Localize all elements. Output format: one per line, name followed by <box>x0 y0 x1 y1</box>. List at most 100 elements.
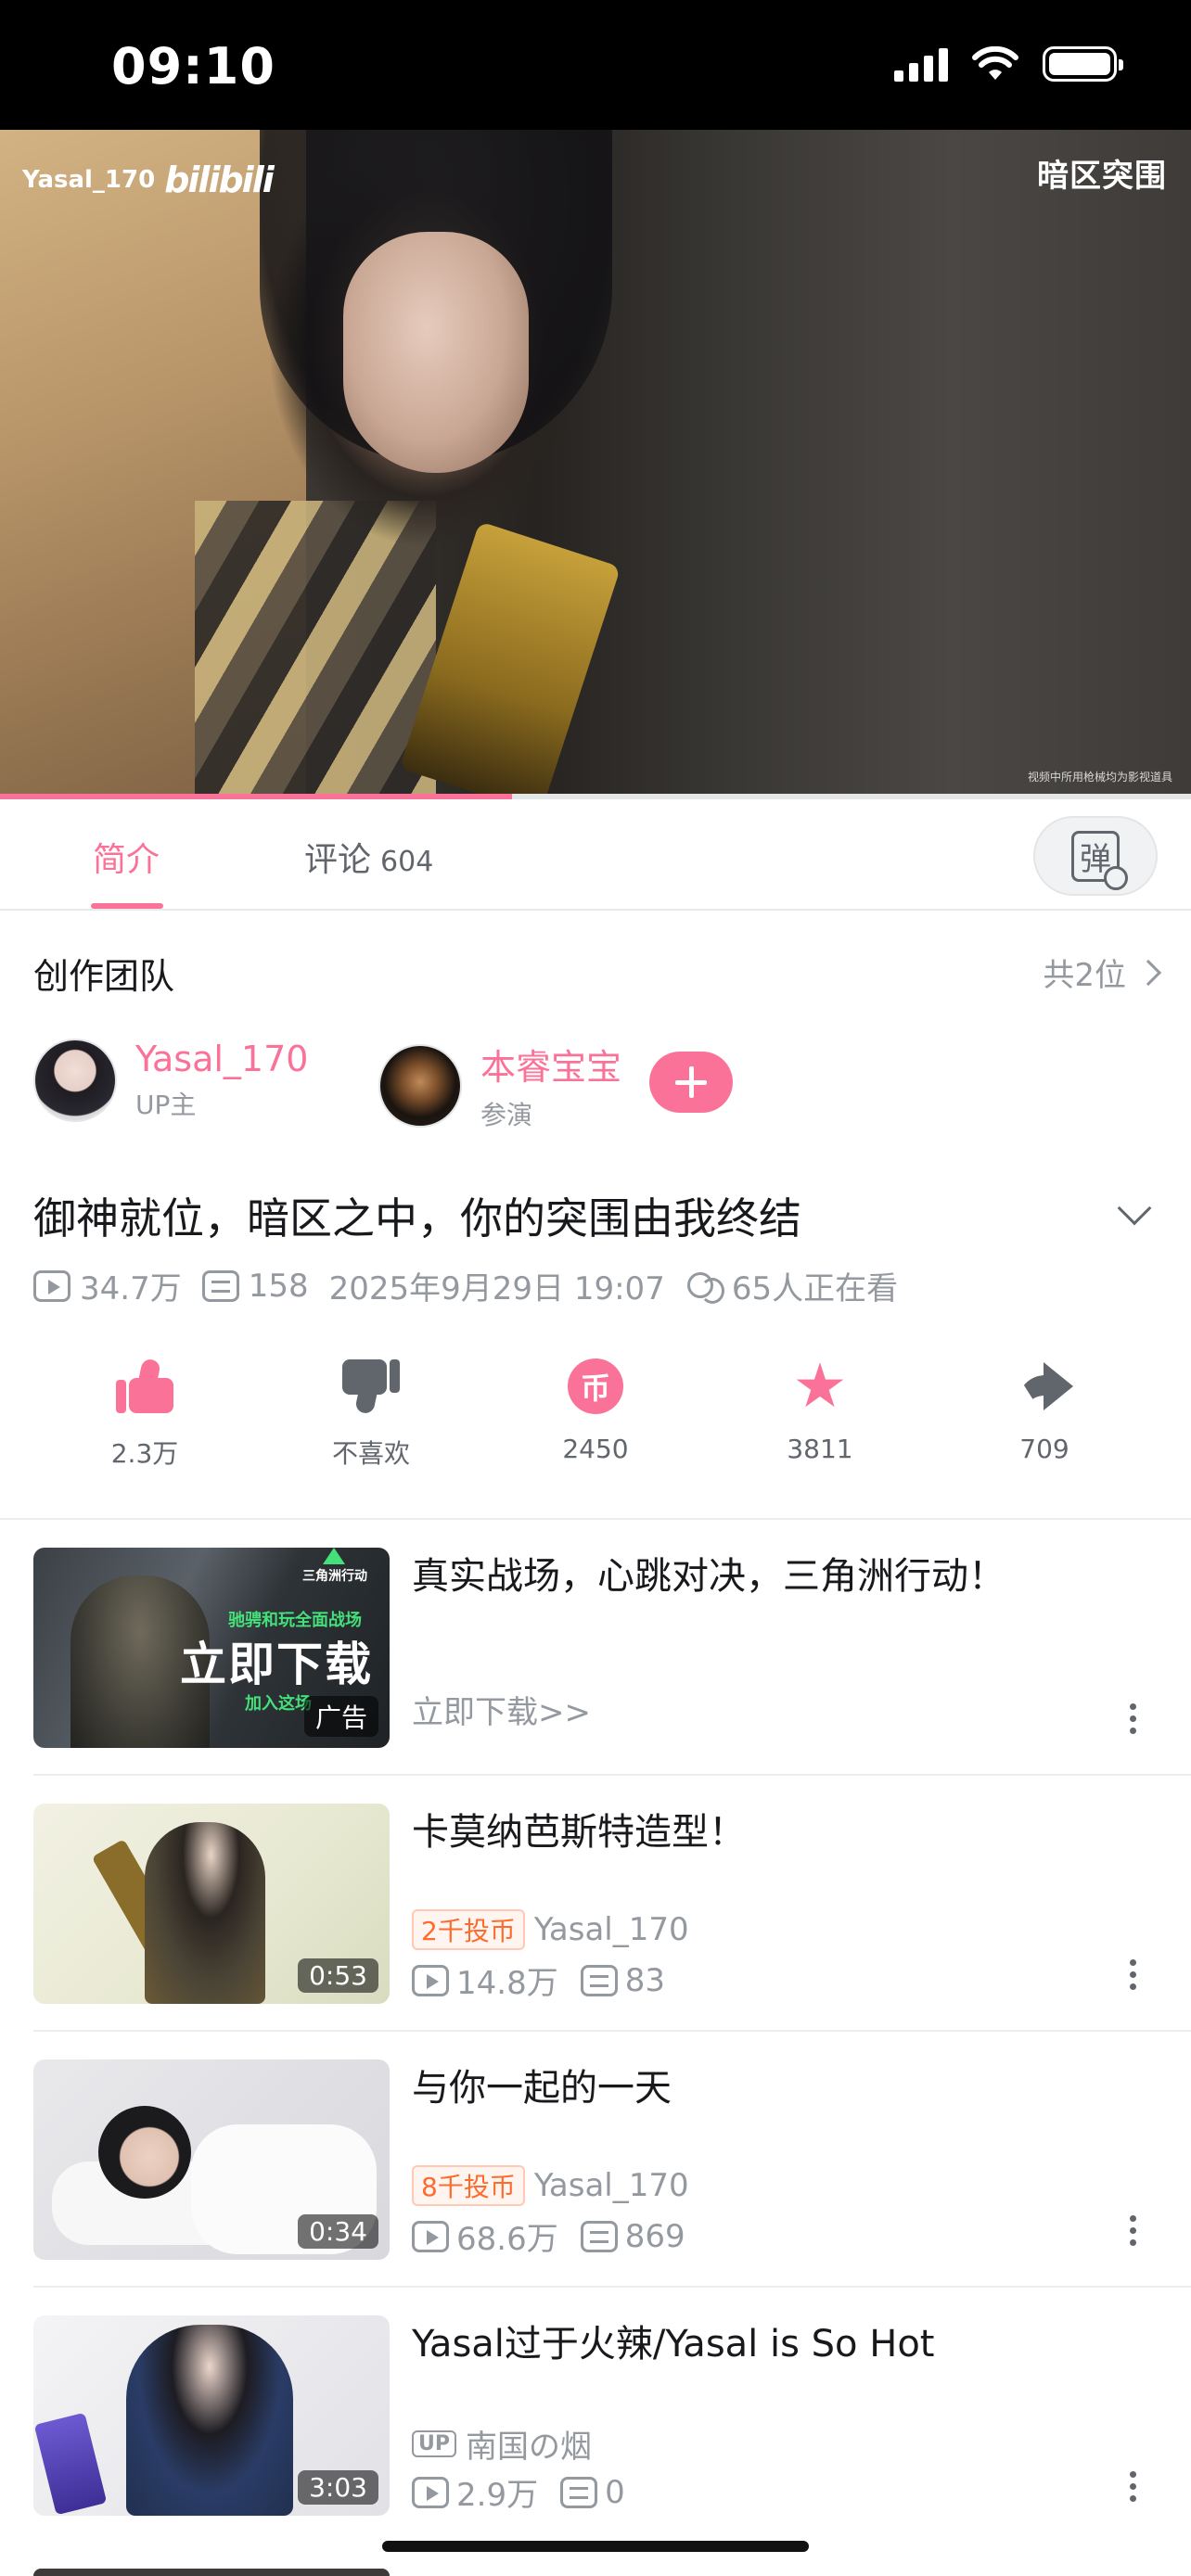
more-options-icon[interactable] <box>1128 2471 1137 2502</box>
favorite-count: 3811 <box>787 1434 853 1464</box>
rec-danmaku: 0 <box>605 2473 625 2511</box>
rec-danmaku: 83 <box>624 1961 665 1999</box>
danmaku-toggle-button[interactable]: 弹 <box>1033 816 1158 896</box>
play-count-icon <box>33 1269 70 1302</box>
more-options-icon[interactable] <box>1128 1703 1137 1734</box>
member-name: 本睿宝宝 <box>480 1047 622 1088</box>
team-count-link[interactable]: 共2位 <box>1043 950 1162 995</box>
follow-button[interactable] <box>649 1052 733 1113</box>
rec-author: 南国の烟 <box>466 2429 592 2466</box>
ad-download-link[interactable]: 立即下载>> <box>412 1687 591 1732</box>
list-item-video[interactable]: 0:53 卡莫纳芭斯特造型！ 2千投币 Yasal_170 14.8万 83 <box>33 1776 1191 2032</box>
video-title: 御神就位，暗区之中，你的突围由我终结 <box>33 1193 801 1243</box>
rec-author-row: UP 南国の烟 <box>412 2421 592 2467</box>
list-item-video[interactable]: 0:34 与你一起的一天 8千投币 Yasal_170 68.6万 869 <box>33 2032 1191 2288</box>
danmaku-count-icon <box>560 2476 598 2508</box>
tab-active-indicator <box>91 903 163 909</box>
video-duration: 0:34 <box>298 2214 378 2249</box>
ad-thumbnail[interactable]: 三角洲行动 驰骋和玩全面战场 立即下载 加入这场 广告 <box>33 1548 390 1748</box>
meta-danmaku-value: 158 <box>248 1267 309 1305</box>
list-item-ad[interactable]: 三角洲行动 驰骋和玩全面战场 立即下载 加入这场 广告 真实战场，心跳对决，三角… <box>33 1520 1191 1776</box>
rec-views: 68.6万 <box>456 2221 558 2258</box>
tab-intro[interactable]: 简介 <box>93 833 160 881</box>
thumbs-down-icon <box>342 1359 400 1415</box>
video-thumbnail[interactable]: 0:53 <box>33 1804 390 2004</box>
danmaku-count-icon <box>201 1269 239 1302</box>
battery-icon <box>1043 46 1123 82</box>
star-icon: ★ <box>792 1350 848 1422</box>
team-member[interactable]: 本睿宝宝 参演 <box>378 1039 621 1132</box>
ad-thumb-text: 立即下载 <box>180 1638 373 1691</box>
avatar <box>33 1039 117 1122</box>
list-item-video[interactable]: 3:03 Yasal过于火辣/Yasal is So Hot UP 南国の烟 2… <box>33 2288 1191 2544</box>
rec-stats: 2.9万 0 <box>412 2469 625 2515</box>
rec-title: 卡莫纳芭斯特造型！ <box>412 1811 746 1854</box>
dislike-button[interactable]: 不喜欢 <box>288 1354 455 1471</box>
danmaku-count-icon <box>580 2220 618 2252</box>
rec-author: Yasal_170 <box>533 2167 689 2204</box>
up-badge: UP <box>412 2430 456 2457</box>
coin-badge: 8千投币 <box>412 2165 525 2206</box>
video-duration: 0:53 <box>298 1958 378 1993</box>
meta-danmaku: 158 <box>201 1267 309 1305</box>
meta-views: 34.7万 <box>33 1263 182 1308</box>
list-item-video-partial[interactable] <box>33 2569 390 2576</box>
share-icon <box>1016 1362 1073 1410</box>
status-bar: 09:10 <box>0 0 1191 130</box>
play-count-icon <box>412 2476 449 2508</box>
video-disclaimer: 视频中所用枪械均为影视道具 <box>1027 771 1172 784</box>
rec-author-row: 2千投币 Yasal_170 <box>412 1909 689 1950</box>
tab-bar: 简介 评论 604 弹 <box>0 799 1191 911</box>
danmaku-count-icon <box>580 1964 618 1996</box>
share-button[interactable]: 709 <box>961 1354 1128 1464</box>
status-time: 09:10 <box>111 37 275 96</box>
team-count: 共2位 <box>1043 957 1126 994</box>
play-count-icon <box>412 1964 449 1996</box>
team-member[interactable]: Yasal_170 UP主 <box>33 1039 308 1122</box>
coin-count: 2450 <box>562 1434 629 1464</box>
meta-views-value: 34.7万 <box>80 1270 182 1307</box>
bilibili-logo: bilibili <box>164 159 275 200</box>
rec-author-row: 8千投币 Yasal_170 <box>412 2165 689 2206</box>
status-icons <box>894 46 1123 82</box>
danmaku-icon: 弹 <box>1071 830 1128 890</box>
play-count-icon <box>412 2220 449 2252</box>
rec-stats: 14.8万 83 <box>412 1958 665 2003</box>
coin-icon: 币 <box>568 1358 623 1414</box>
share-count: 709 <box>1019 1434 1069 1464</box>
video-thumbnail[interactable]: 0:34 <box>33 2060 390 2260</box>
coin-badge: 2千投币 <box>412 1909 525 1950</box>
game-logo: 暗区突围 <box>1037 158 1167 195</box>
more-options-icon[interactable] <box>1128 2215 1137 2246</box>
expand-chevron-down-icon[interactable] <box>1117 1191 1152 1226</box>
meta-date: 2025年9月29日 19:07 <box>328 1270 665 1307</box>
rec-views: 14.8万 <box>456 1965 558 2002</box>
tab-comments[interactable]: 评论 604 <box>304 833 433 881</box>
viewers-icon <box>685 1270 724 1304</box>
watermark-uploader: Yasal_170 <box>22 166 156 194</box>
favorite-button[interactable]: ★ 3811 <box>736 1350 903 1465</box>
wifi-icon <box>972 46 1018 80</box>
video-frame-subject <box>343 232 529 473</box>
member-role: 参演 <box>480 1100 533 1130</box>
home-indicator[interactable] <box>382 2541 809 2552</box>
video-thumbnail[interactable]: 3:03 <box>33 2315 390 2516</box>
meta-watching: 65人正在看 <box>685 1263 898 1308</box>
tab-comments-label: 评论 <box>304 841 372 879</box>
more-options-icon[interactable] <box>1128 1959 1137 1990</box>
rec-author: Yasal_170 <box>533 1911 689 1948</box>
team-header: 创作团队 <box>33 956 175 997</box>
dislike-label: 不喜欢 <box>331 1438 410 1469</box>
cellular-signal-icon <box>894 46 948 82</box>
ad-badge: 广告 <box>303 1696 378 1737</box>
ad-game-logo: 三角洲行动 <box>302 1569 367 1584</box>
coin-button[interactable]: 币 2450 <box>512 1354 679 1464</box>
video-player[interactable]: Yasal_170 bilibili 暗区突围 视频中所用枪械均为影视道具 <box>0 130 1191 799</box>
member-name: Yasal_170 <box>135 1039 309 1079</box>
like-button[interactable]: 2.3万 <box>61 1354 228 1471</box>
meta-watching-value: 65人正在看 <box>731 1270 899 1307</box>
rec-stats: 68.6万 869 <box>412 2213 685 2259</box>
chevron-right-icon <box>1134 959 1162 986</box>
rec-views: 2.9万 <box>456 2477 539 2514</box>
member-role: UP主 <box>135 1090 197 1120</box>
